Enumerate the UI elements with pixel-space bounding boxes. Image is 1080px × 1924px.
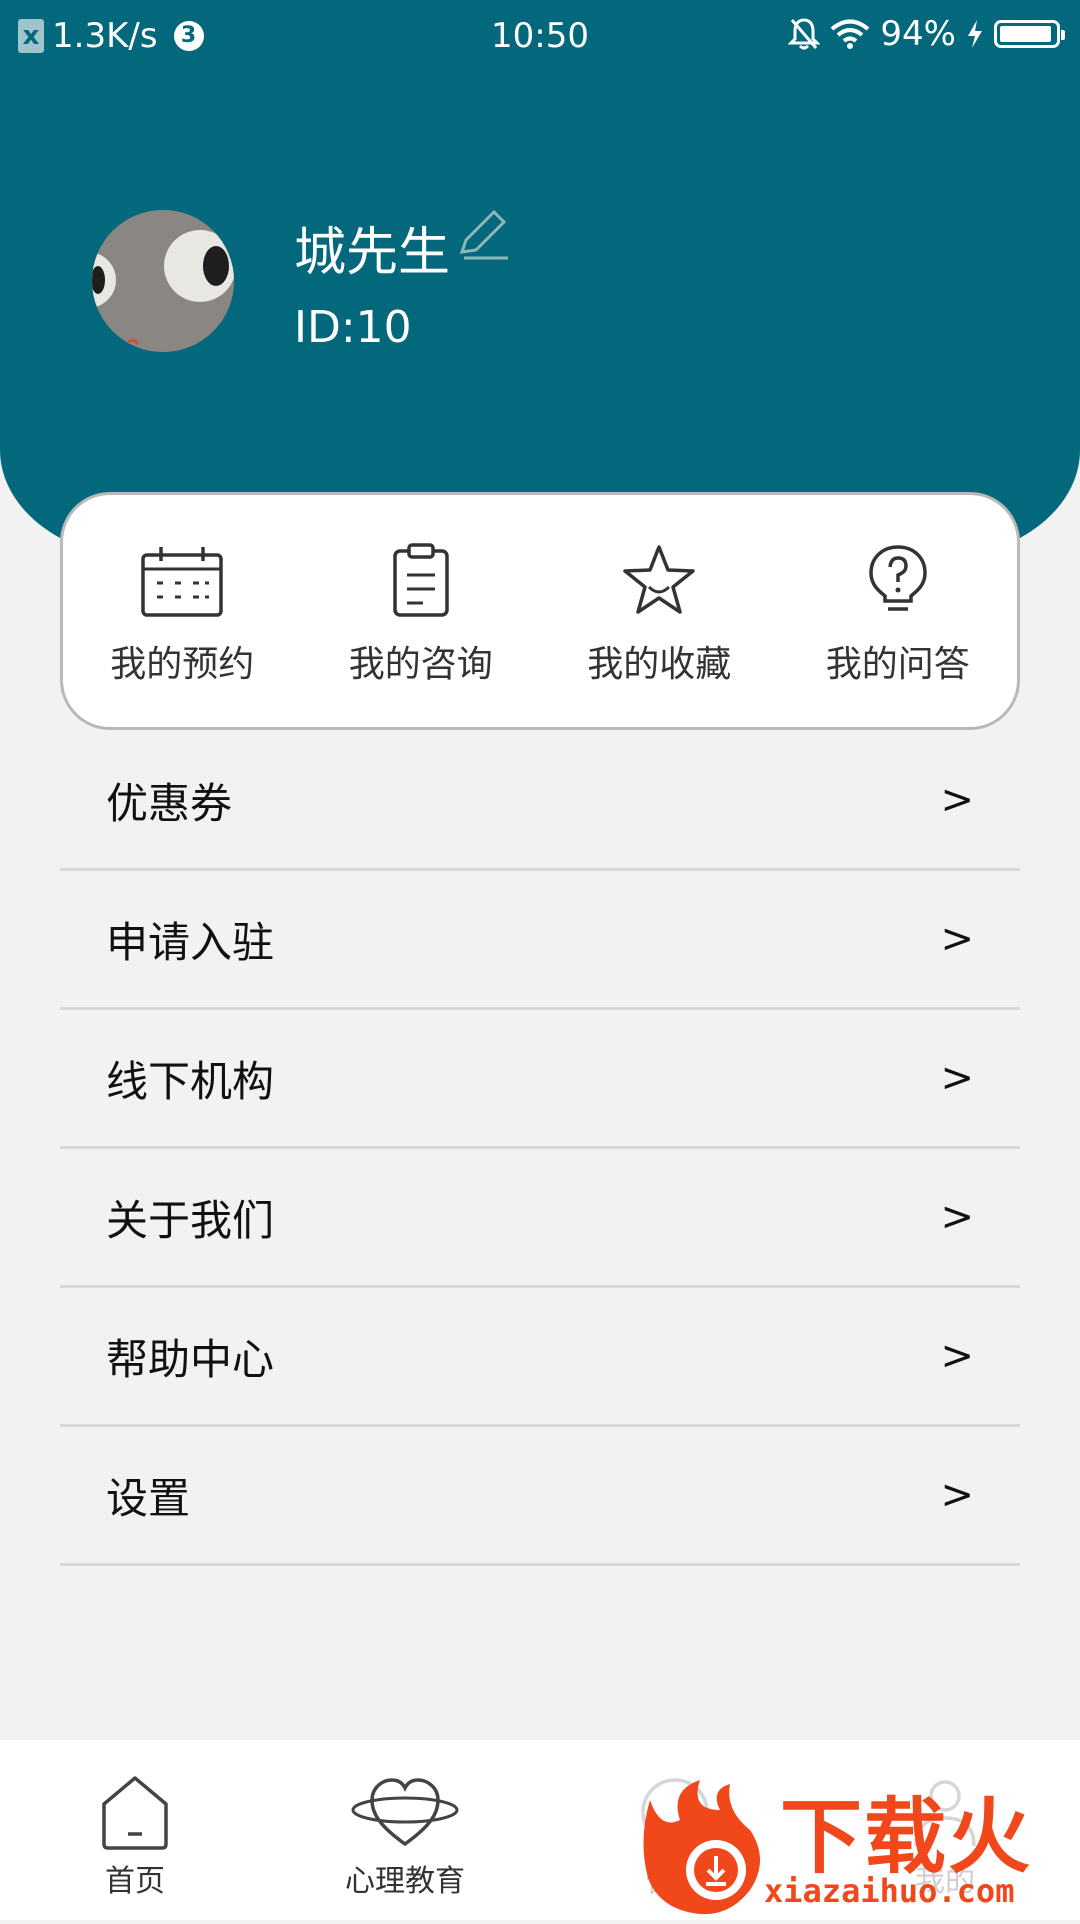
chevron-right-icon: > — [940, 777, 974, 823]
calendar-icon — [141, 547, 223, 617]
chevron-right-icon: > — [940, 916, 974, 962]
menu-item-apply-join[interactable]: 申请入驻 > — [60, 871, 1020, 1010]
menu-item-about-us[interactable]: 关于我们 > — [60, 1149, 1020, 1288]
flame-logo-icon — [643, 1780, 760, 1915]
heart-planet-icon — [351, 1778, 459, 1847]
x-badge-icon: x — [18, 19, 44, 53]
quick-action-label: 我的收藏 — [587, 644, 732, 685]
quick-action-appointments[interactable]: 我的预约 — [63, 495, 302, 727]
menu-item-label: 优惠券 — [106, 778, 233, 828]
menu-item-settings[interactable]: 设置 > — [60, 1427, 1020, 1566]
battery-icon — [994, 20, 1065, 48]
quick-action-qa[interactable]: 我的问答 — [779, 495, 1018, 727]
profile-id: ID:10 — [294, 302, 412, 353]
network-speed: 1.3K/s — [52, 16, 158, 56]
quick-action-label: 我的预约 — [110, 644, 255, 685]
menu-item-offline-institutions[interactable]: 线下机构 > — [60, 1010, 1020, 1149]
tab-home[interactable]: 首页 — [0, 1740, 270, 1920]
watermark: 下载火 xiazaihuo.com — [630, 1770, 1080, 1920]
chevron-right-icon: > — [940, 1472, 974, 1518]
quick-action-favorites[interactable]: 我的收藏 — [540, 495, 779, 727]
battery-percent: 94% — [880, 14, 956, 54]
wifi-icon — [831, 19, 870, 49]
chevron-right-icon: > — [940, 1333, 974, 1379]
status-bar: x 1.3K/s 3 10:50 94% — [0, 0, 1080, 76]
avatar[interactable] — [92, 210, 234, 352]
quick-action-label: 我的咨询 — [348, 644, 493, 685]
settings-menu: 优惠券 > 申请入驻 > 线下机构 > 关于我们 > 帮助中心 > 设置 > — [60, 732, 1020, 1566]
profile-name: 城先生 — [294, 223, 451, 283]
menu-item-label: 帮助中心 — [106, 1334, 275, 1384]
tab-label: 心理教育 — [345, 1864, 465, 1899]
menu-item-help-center[interactable]: 帮助中心 > — [60, 1288, 1020, 1427]
chevron-right-icon: > — [940, 1055, 974, 1101]
question-bulb-icon — [868, 545, 927, 611]
status-right: 94% — [788, 14, 1065, 54]
bell-off-icon — [788, 18, 821, 50]
charging-icon — [968, 20, 982, 48]
menu-item-label: 线下机构 — [106, 1056, 275, 1106]
home-icon — [102, 1776, 168, 1850]
notification-count-badge: 3 — [173, 21, 204, 51]
star-icon — [623, 545, 695, 614]
battery-level-fill — [1000, 26, 1051, 42]
quick-action-consultations[interactable]: 我的咨询 — [302, 495, 541, 727]
tab-psych-education[interactable]: 心理教育 — [270, 1740, 540, 1920]
status-left: x 1.3K/s 3 — [18, 16, 204, 56]
clipboard-icon — [393, 543, 449, 617]
watermark-url: xiazaihuo.com — [764, 1872, 1015, 1910]
avatar-image — [92, 210, 234, 352]
menu-item-label: 申请入驻 — [106, 917, 275, 967]
quick-action-label: 我的问答 — [825, 644, 970, 685]
quick-actions-card: 我的预约 我的咨询 我的收藏 我的问答 — [60, 492, 1020, 730]
menu-item-label: 设置 — [106, 1473, 191, 1523]
pencil-icon[interactable] — [454, 206, 510, 262]
menu-item-label: 关于我们 — [106, 1195, 275, 1245]
tab-label: 首页 — [105, 1864, 165, 1899]
chevron-right-icon: > — [940, 1194, 974, 1240]
menu-item-coupons[interactable]: 优惠券 > — [60, 732, 1020, 871]
